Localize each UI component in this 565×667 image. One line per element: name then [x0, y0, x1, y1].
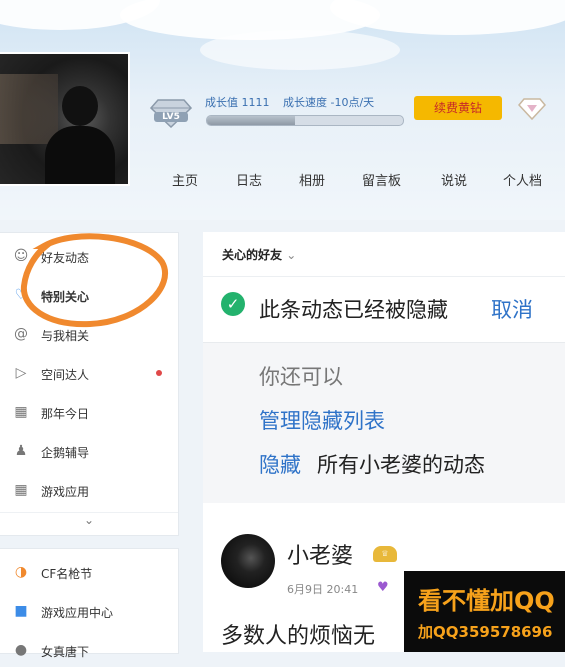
divider	[203, 276, 565, 277]
level-badge: LV5	[154, 112, 188, 122]
sidebar-item-penguin-tutoring[interactable]: ♟ 企鹅辅导	[0, 432, 178, 468]
chevron-down-icon: ⌄	[286, 248, 297, 262]
check-circle-icon: ✓	[221, 292, 245, 316]
sidebar-item-label: CF名枪节	[41, 567, 93, 581]
diamond-icon[interactable]	[518, 97, 546, 121]
post-content: 多数人的烦恼无	[221, 624, 376, 649]
notification-dot	[156, 370, 162, 376]
orange-circle-annotation	[20, 233, 168, 328]
growth-progress-fill	[207, 116, 296, 125]
vip-crown-icon: ♕	[373, 546, 397, 562]
sidebar-item-app[interactable]: ● 女真唐下	[0, 631, 178, 667]
sidebar-item-game-apps[interactable]: ▦ 游戏应用	[0, 471, 178, 507]
chevron-down-icon[interactable]: ⌄	[0, 512, 178, 535]
penguin-icon: ♟	[14, 443, 28, 459]
nav-shuoshuo[interactable]: 说说	[441, 170, 467, 189]
sidebar-item-label: 那年今日	[41, 407, 90, 421]
post-timestamp: 6月9日 20:41	[287, 583, 359, 596]
sidebar-item-space-expert[interactable]: ▷ 空间达人	[0, 354, 178, 390]
watermark-line2: 加QQ359578696	[418, 623, 553, 641]
filter-label: 关心的好友	[222, 248, 283, 262]
sidebar-item-cf[interactable]: ◑ CF名枪节	[0, 553, 178, 589]
game-center-icon: ■	[14, 603, 28, 619]
post-author-avatar[interactable]	[221, 534, 275, 588]
profile-header: LV5 成长值 1111 成长速度 -10点/天 续费黄钻 主页 日志 相册 留…	[0, 0, 565, 220]
growth-info: 成长值 1111 成长速度 -10点/天	[205, 94, 384, 110]
cancel-hide-link[interactable]: 取消	[491, 294, 533, 324]
sidebar-item-label: 空间达人	[41, 368, 90, 382]
nav-profile[interactable]: 个人档	[503, 170, 542, 189]
purple-heart-icon: ♥	[377, 580, 389, 595]
sidebar-item-on-this-day[interactable]: ▦ 那年今日	[0, 393, 178, 429]
growth-value: 成长值 1111	[205, 96, 270, 109]
calendar-icon: ▦	[14, 404, 28, 420]
app-icon: ●	[14, 642, 28, 658]
cf-icon: ◑	[14, 564, 28, 580]
hide-options-box: 你还可以 管理隐藏列表 隐藏 所有小老婆的动态	[203, 342, 565, 503]
sidebar-apps: ◑ CF名枪节 ■ 游戏应用中心 ● 女真唐下	[0, 548, 179, 659]
play-icon: ▷	[15, 365, 27, 381]
sidebar-item-label: 游戏应用中心	[41, 606, 114, 620]
watermark-line1: 看不懂加QQ	[418, 587, 555, 615]
watermark: 看不懂加QQ 加QQ359578696	[404, 571, 565, 652]
sidebar-item-label: 企鹅辅导	[41, 446, 90, 460]
hidden-message: 此条动态已经被隐藏	[259, 298, 448, 322]
cloud-decoration	[200, 30, 400, 70]
manage-hidden-list-link[interactable]: 管理隐藏列表	[259, 405, 385, 435]
nav-blog[interactable]: 日志	[236, 170, 262, 189]
sidebar-item-label: 游戏应用	[41, 485, 90, 499]
growth-progress-bar	[206, 115, 404, 126]
options-heading: 你还可以	[259, 365, 343, 389]
renew-yellow-diamond-button[interactable]: 续费黄钻	[414, 96, 502, 120]
cloud-decoration	[330, 0, 565, 35]
post-author-name[interactable]: 小老婆	[287, 538, 353, 570]
nav-album[interactable]: 相册	[299, 170, 325, 189]
nav-home[interactable]: 主页	[172, 170, 198, 189]
friend-filter-dropdown[interactable]: 关心的好友 ⌄	[222, 246, 296, 263]
growth-speed: 成长速度 -10点/天	[283, 96, 375, 109]
sidebar-item-game-center[interactable]: ■ 游戏应用中心	[0, 592, 178, 628]
grid-icon: ▦	[14, 482, 28, 498]
hide-all-text: 所有小老婆的动态	[317, 453, 485, 477]
nav-message-board[interactable]: 留言板	[362, 170, 401, 189]
hide-all-link[interactable]: 隐藏	[259, 449, 301, 479]
profile-nav: 主页 日志 相册 留言板 说说 个人档	[0, 170, 565, 194]
profile-avatar[interactable]	[0, 52, 130, 186]
